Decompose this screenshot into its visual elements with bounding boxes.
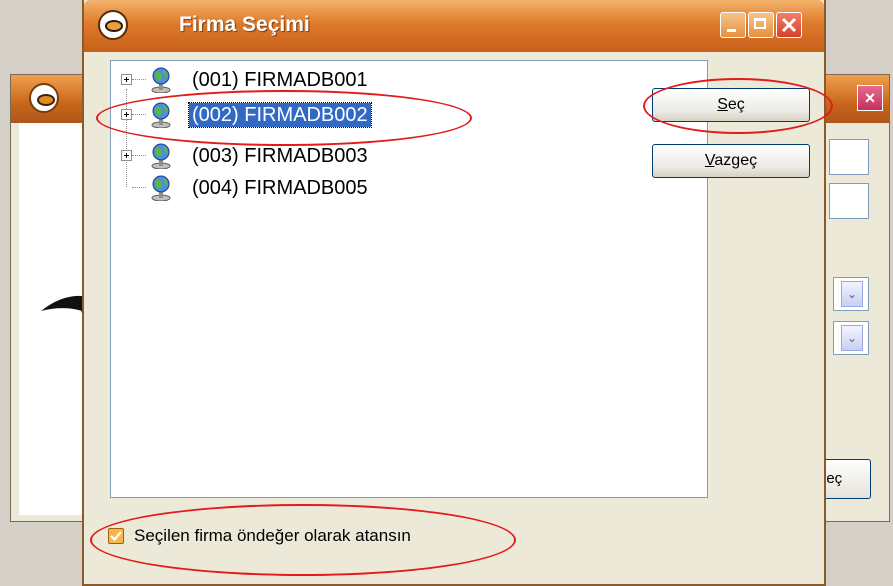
dialog-titlebar: Firma Seçimi bbox=[84, 0, 824, 52]
tree-connector bbox=[132, 187, 146, 188]
select-mnemonic: S bbox=[717, 96, 728, 113]
app-logo-icon bbox=[98, 10, 128, 40]
firma-secimi-dialog: Firma Seçimi (001) FIRMADB001 (002) FIRM… bbox=[82, 0, 826, 586]
default-firm-checkbox[interactable] bbox=[108, 528, 124, 544]
maximize-button[interactable] bbox=[748, 12, 774, 38]
tree-item-label: (003) FIRMADB003 bbox=[192, 145, 368, 167]
app-logo-icon bbox=[29, 83, 59, 113]
expand-icon[interactable] bbox=[121, 109, 132, 120]
tree-item[interactable]: (004) FIRMADB005 bbox=[111, 175, 411, 201]
default-firm-checkbox-label: Seçilen firma öndeğer olarak atansın bbox=[134, 526, 411, 545]
tree-item[interactable]: (002) FIRMADB002 bbox=[111, 102, 431, 128]
database-globe-icon bbox=[151, 143, 171, 169]
expand-icon[interactable] bbox=[121, 74, 132, 85]
close-button[interactable] bbox=[776, 12, 802, 38]
background-text-field[interactable] bbox=[829, 139, 869, 175]
chevron-down-icon[interactable]: ⌄ bbox=[841, 325, 863, 351]
cancel-mnemonic: V bbox=[704, 152, 715, 169]
tree-item[interactable]: (001) FIRMADB001 bbox=[111, 67, 411, 93]
tree-connector bbox=[132, 114, 146, 115]
close-icon bbox=[781, 17, 797, 33]
tree-connector bbox=[132, 155, 146, 156]
tree-connector bbox=[132, 79, 146, 80]
tree-item[interactable]: (003) FIRMADB003 bbox=[111, 143, 411, 169]
tree-item-label: (004) FIRMADB005 bbox=[192, 177, 368, 199]
company-tree[interactable]: (001) FIRMADB001 (002) FIRMADB002 (003) … bbox=[110, 60, 708, 498]
background-text-field[interactable] bbox=[829, 183, 869, 219]
dialog-title: Firma Seçimi bbox=[179, 13, 310, 36]
chevron-down-icon[interactable]: ⌄ bbox=[841, 281, 863, 307]
tree-item-label: (001) FIRMADB001 bbox=[192, 69, 368, 91]
minimize-button[interactable] bbox=[720, 12, 746, 38]
background-close-button[interactable]: × bbox=[857, 85, 883, 111]
tree-item-label-selected: (002) FIRMADB002 bbox=[188, 102, 372, 128]
cancel-label: azgeç bbox=[714, 152, 758, 169]
checkmark-icon bbox=[110, 531, 122, 542]
cancel-button[interactable]: Vazgeç bbox=[652, 144, 810, 178]
database-globe-icon bbox=[151, 102, 171, 128]
select-label: eç bbox=[727, 96, 745, 113]
expand-icon[interactable] bbox=[121, 150, 132, 161]
database-globe-icon bbox=[151, 67, 171, 93]
select-button[interactable]: Seç bbox=[652, 88, 810, 122]
database-globe-icon bbox=[151, 175, 171, 201]
